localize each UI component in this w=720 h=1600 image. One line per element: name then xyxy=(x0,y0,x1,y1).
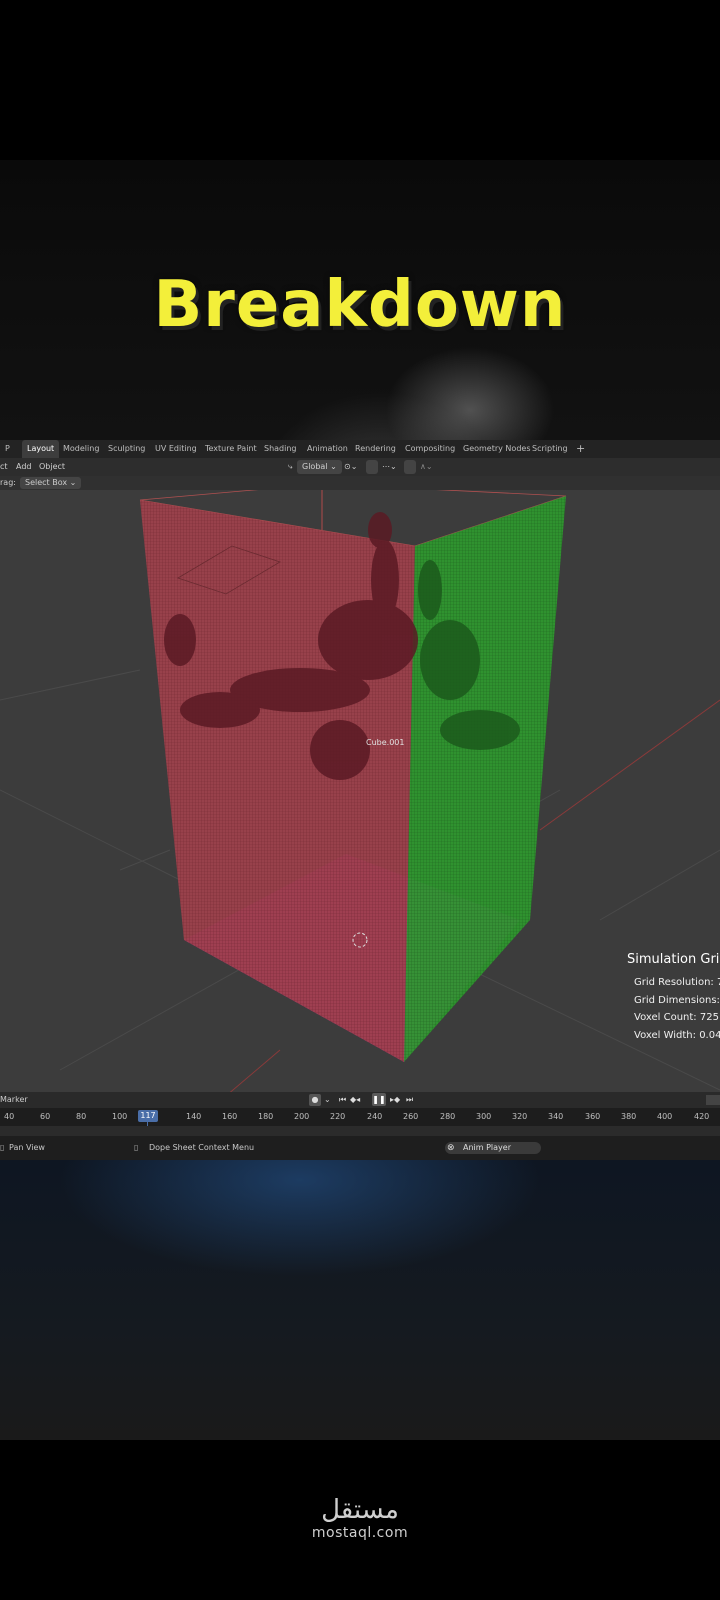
frame-tick-label: 380 xyxy=(621,1112,637,1121)
footer-background xyxy=(0,1160,720,1440)
frame-tick-label: 160 xyxy=(222,1112,238,1121)
snap-target-icon[interactable]: ⋯⌄ xyxy=(382,458,397,476)
tab-sculpting[interactable]: Sculpting xyxy=(103,440,150,458)
pause-button[interactable]: ❚❚ xyxy=(372,1093,386,1106)
record-button[interactable]: ● xyxy=(309,1094,321,1106)
orientation-dropdown[interactable]: Global ⌄ xyxy=(297,460,342,474)
frame-tick-label: 240 xyxy=(367,1112,383,1121)
timeline-editor[interactable]: Marker ● ⌄ ⏮ ◆◂ ❚❚ ▸◆ ⏭ 40 60 80 100 140 160 1… xyxy=(0,1092,720,1136)
status-bar: ▯ Pan View ▯ Dope Sheet Context Menu ⊗ A… xyxy=(0,1136,720,1160)
drag-label: rag: xyxy=(0,478,16,487)
frame-tick-label: 300 xyxy=(476,1112,492,1121)
jump-end-icon[interactable]: ⏭ xyxy=(406,1092,413,1108)
tab-animation[interactable]: Animation xyxy=(302,440,353,458)
add-workspace-button[interactable]: + xyxy=(571,440,590,458)
prev-keyframe-icon[interactable]: ◆◂ xyxy=(350,1092,360,1108)
keying-dropdown-icon[interactable]: ⌄ xyxy=(324,1092,331,1108)
frame-tick-label: 60 xyxy=(40,1112,51,1121)
object-menu[interactable]: Object xyxy=(39,458,65,476)
tab-compositing[interactable]: Compositing xyxy=(400,440,460,458)
voxel-count-text: Voxel Count: 725 7 xyxy=(634,1012,720,1023)
timeline-track xyxy=(0,1126,720,1136)
frame-tick-label: 180 xyxy=(258,1112,274,1121)
marker-menu[interactable]: Marker xyxy=(0,1092,28,1108)
tab-uv-editing[interactable]: UV Editing xyxy=(150,440,202,458)
frame-tick-label: 400 xyxy=(657,1112,673,1121)
frame-tick-label: 340 xyxy=(548,1112,564,1121)
voxel-width-text: Voxel Width: 0.048 xyxy=(634,1030,720,1041)
timeline-header: Marker ● ⌄ ⏮ ◆◂ ❚❚ ▸◆ ⏭ xyxy=(0,1092,720,1108)
pivot-icon[interactable]: ⊙⌄ xyxy=(344,458,357,476)
frame-tick-label: 40 xyxy=(4,1112,15,1121)
tool-settings-bar: rag: Select Box ⌄ xyxy=(0,476,720,490)
x-axis-line xyxy=(539,699,720,831)
frame-tick-label: 420 xyxy=(694,1112,710,1121)
tab-texture-paint[interactable]: Texture Paint xyxy=(200,440,262,458)
frame-tick-label: 260 xyxy=(403,1112,419,1121)
frame-tick-label: 80 xyxy=(76,1112,87,1121)
select-box-dropdown[interactable]: Select Box ⌄ xyxy=(20,477,82,489)
mostaql-watermark: مستقل mostaql.com xyxy=(0,1495,720,1541)
frame-ruler[interactable]: 40 60 80 100 140 160 180 200 220 240 260 280 300 320 3… xyxy=(0,1108,720,1136)
watermark-arabic: مستقل xyxy=(321,1495,399,1525)
object-name-label: Cube.001 xyxy=(366,738,405,747)
mouse-right-icon: ▯ xyxy=(134,1143,139,1152)
blender-logo-icon[interactable]: P xyxy=(0,440,15,458)
mouse-left-icon: ▯ xyxy=(0,1143,5,1152)
frame-tick-label: 280 xyxy=(440,1112,456,1121)
frame-tick-label: 360 xyxy=(585,1112,601,1121)
frame-tick-label: 140 xyxy=(186,1112,202,1121)
grid-resolution-text: Grid Resolution: 76 xyxy=(634,977,720,988)
video-title: Breakdown xyxy=(153,268,567,342)
cancel-icon[interactable]: ⊗ xyxy=(447,1142,457,1154)
transform-orientation-icon[interactable]: ⤷ xyxy=(288,458,292,476)
tab-geometry-nodes[interactable]: Geometry Nodes xyxy=(458,440,535,458)
anim-player-label: Anim Player xyxy=(463,1143,511,1152)
snap-icon[interactable] xyxy=(366,460,378,474)
jump-start-icon[interactable]: ⏮ xyxy=(339,1092,346,1108)
add-menu[interactable]: Add xyxy=(16,458,32,476)
anim-player-badge[interactable]: ⊗ Anim Player xyxy=(445,1142,541,1154)
tab-shading[interactable]: Shading xyxy=(259,440,302,458)
pan-view-hint: Pan View xyxy=(9,1143,45,1152)
workspace-tab-bar: P Layout Modeling Sculpting UV Editing T… xyxy=(0,440,720,458)
viewport-scene xyxy=(0,483,720,1119)
falloff-icon[interactable]: ∧⌄ xyxy=(420,458,433,476)
watermark-latin: mostaql.com xyxy=(311,1525,409,1541)
frame-field[interactable] xyxy=(706,1095,720,1105)
grid-dimensions-text: Grid Dimensions: 3 xyxy=(634,995,720,1006)
proportional-edit-icon[interactable] xyxy=(404,460,416,474)
viewport-header: ct Add Object ⤷ Global ⌄ ⊙⌄ ⋯⌄ ∧⌄ xyxy=(0,458,720,476)
tab-modeling[interactable]: Modeling xyxy=(58,440,104,458)
context-menu-hint: Dope Sheet Context Menu xyxy=(149,1143,255,1152)
3d-viewport[interactable]: Cube.001 xyxy=(0,483,720,1119)
tab-layout[interactable]: Layout xyxy=(22,440,60,458)
blender-window: P Layout Modeling Sculpting UV Editing T… xyxy=(0,440,720,1160)
frame-tick-label: 100 xyxy=(112,1112,128,1121)
sim-grid-title: Simulation Gric xyxy=(627,952,720,967)
next-keyframe-icon[interactable]: ▸◆ xyxy=(390,1092,400,1108)
tab-scripting[interactable]: Scripting xyxy=(527,440,573,458)
frame-tick-label: 320 xyxy=(512,1112,528,1121)
current-frame-indicator[interactable]: 117 xyxy=(138,1110,158,1122)
select-menu[interactable]: ct xyxy=(0,458,8,476)
frame-tick-label: 200 xyxy=(294,1112,310,1121)
frame-tick-label: 220 xyxy=(330,1112,346,1121)
tab-rendering[interactable]: Rendering xyxy=(350,440,401,458)
